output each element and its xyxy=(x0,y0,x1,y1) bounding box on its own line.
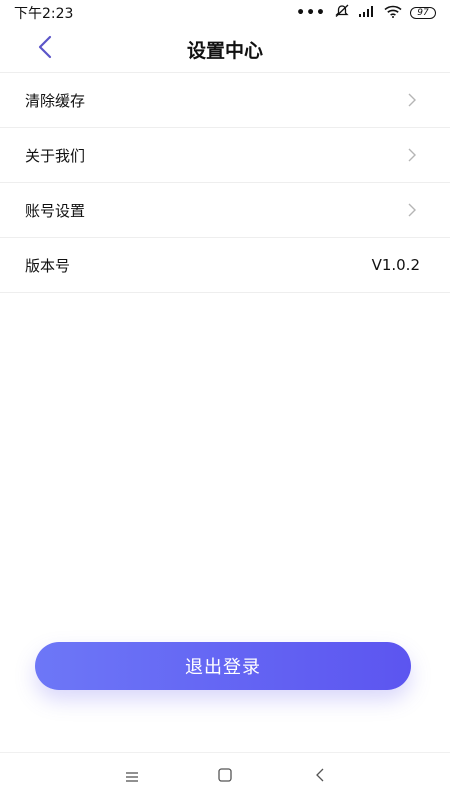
chevron-right-icon xyxy=(406,93,418,107)
settings-item-label: 账号设置 xyxy=(25,201,86,220)
settings-item-label: 版本号 xyxy=(25,256,71,275)
settings-item-about-us[interactable]: 关于我们 xyxy=(0,128,450,183)
nav-menu-button[interactable] xyxy=(120,765,144,789)
chevron-right-icon xyxy=(406,148,418,162)
settings-item-account-settings[interactable]: 账号设置 xyxy=(0,183,450,238)
nav-home-button[interactable] xyxy=(213,765,237,789)
status-bar: 下午2:23 ••• 97 xyxy=(0,0,450,26)
header: 设置中心 xyxy=(0,26,450,72)
status-time: 下午2:23 xyxy=(14,6,74,22)
version-value: V1.0.2 xyxy=(371,256,420,274)
home-square-icon xyxy=(217,767,233,787)
status-icons: ••• 97 xyxy=(296,4,436,22)
logout-button[interactable]: 退出登录 xyxy=(35,642,411,690)
system-nav-bar xyxy=(0,752,450,800)
more-dots: ••• xyxy=(296,5,326,21)
settings-list: 清除缓存 关于我们 账号设置 版本号 V1.0.2 xyxy=(0,72,450,293)
settings-item-version: 版本号 V1.0.2 xyxy=(0,238,450,293)
screen: 下午2:23 ••• 97 设置中心 清除缓存 关于我们 账号设置 版本号 V1… xyxy=(0,0,450,800)
back-button[interactable] xyxy=(30,34,60,64)
settings-item-label: 关于我们 xyxy=(25,146,86,165)
mute-icon xyxy=(334,4,350,22)
battery-icon: 97 xyxy=(410,7,436,19)
settings-item-label: 清除缓存 xyxy=(25,91,86,110)
signal-icon xyxy=(358,5,376,21)
chevron-left-icon xyxy=(38,35,52,63)
page-title: 设置中心 xyxy=(186,39,263,62)
settings-item-clear-cache[interactable]: 清除缓存 xyxy=(0,73,450,128)
nav-back-button[interactable] xyxy=(308,765,332,789)
back-chevron-icon xyxy=(314,767,326,787)
wifi-icon xyxy=(384,5,402,22)
menu-icon xyxy=(124,768,140,787)
chevron-right-icon xyxy=(406,203,418,217)
